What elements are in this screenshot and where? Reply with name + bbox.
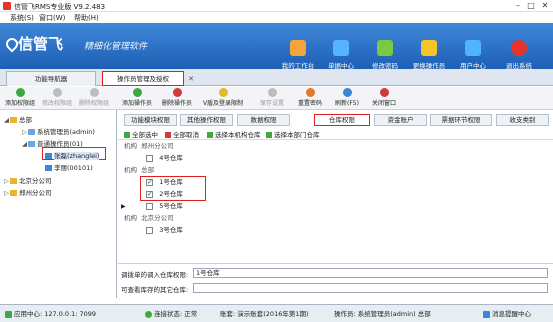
refresh-icon <box>342 88 352 97</box>
key-icon <box>305 88 315 97</box>
tab-function-permissions[interactable]: 功能模块权限 <box>124 114 177 126</box>
tree-node-lili[interactable]: 李丽(00101) <box>45 162 93 172</box>
tree-node-headquarters[interactable]: ◢ 总部 <box>4 114 32 124</box>
minimize-icon[interactable]: – <box>511 1 525 11</box>
vshield-login-limit-button[interactable]: V盾及登录限制 <box>198 88 248 109</box>
status-account: 账套: 演示账套(2016年第1期) <box>220 310 309 318</box>
tree-node-beijing[interactable]: ▷ 北京分公司 <box>4 175 52 185</box>
menu-help[interactable]: 帮助(H) <box>74 13 99 23</box>
folder-icon <box>10 117 17 123</box>
row-checkbox[interactable] <box>146 154 153 162</box>
row-checkbox[interactable] <box>146 189 153 200</box>
menu-system[interactable]: 系统(S) <box>10 13 34 23</box>
row-checkbox[interactable] <box>146 202 153 210</box>
tree-node-admin[interactable]: ▷ 系统管理员(admin) <box>22 126 95 136</box>
cancel-icon <box>165 132 171 138</box>
folder-icon <box>10 178 17 184</box>
row-checkbox[interactable] <box>146 177 153 188</box>
tab-other-permissions[interactable]: 其他操作权限 <box>180 114 233 126</box>
tab-function-navigator[interactable]: 功能导航器 <box>6 71 96 86</box>
edit-group-button[interactable]: 修改权限组 <box>40 88 74 109</box>
row-checkbox[interactable] <box>146 226 153 234</box>
maximize-icon[interactable]: □ <box>524 1 538 11</box>
row-pointer-icon: ▶ <box>121 203 126 210</box>
edit-icon <box>52 88 62 97</box>
folder-icon <box>10 190 17 196</box>
status-connection: 连接状态: 正常 <box>145 308 197 318</box>
delete-operator-button[interactable]: 删除操作员 <box>160 88 194 109</box>
message-center-link[interactable]: 消息提醒中心 <box>483 308 531 318</box>
power-icon <box>511 40 527 56</box>
brand-logo: 信管飞 <box>18 35 64 53</box>
table-row[interactable]: 2号仓库 <box>146 189 183 200</box>
status-operator: 操作员: 系统管理员(admin) 总部 <box>334 310 431 318</box>
add-group-button[interactable]: 添加权限组 <box>3 88 37 109</box>
select-dept-warehouses-button[interactable]: 选择本部门仓库 <box>266 129 320 139</box>
group-header: 机构 总部 <box>124 166 155 174</box>
table-row[interactable]: 1号仓库 <box>146 177 183 188</box>
refresh-button[interactable]: 刷新(F5) <box>330 88 364 109</box>
server-icon <box>5 310 12 318</box>
check-icon <box>266 132 272 138</box>
key-icon <box>377 40 393 56</box>
tab-document-permissions[interactable]: 票据环节权限 <box>430 114 492 126</box>
delete-group-button[interactable]: 删除权限组 <box>77 88 111 109</box>
user-icon <box>45 165 52 171</box>
table-row[interactable]: 4号仓库 <box>146 153 183 164</box>
shield-icon <box>218 88 228 97</box>
other-warehouses-label: 可查看库存的其它仓库: <box>121 286 189 294</box>
tab-data-permissions[interactable]: 数据权限 <box>237 114 290 126</box>
title-bar: 信管飞RMS专业版 V9.2.483 – □ ✕ <box>0 0 553 12</box>
group-header: 机构 北京分公司 <box>124 214 174 222</box>
check-icon <box>207 132 213 138</box>
select-org-warehouses-button[interactable]: 选择本机构仓库 <box>207 129 261 139</box>
table-row[interactable]: 5号仓库 <box>146 201 183 212</box>
close-icon <box>379 88 389 97</box>
tab-operator-management[interactable]: 操作员管理及授权 ✕ <box>102 71 194 86</box>
close-window-button[interactable]: 关闭窗口 <box>367 88 401 109</box>
user-icon <box>421 40 437 56</box>
window-title: 信管飞RMS专业版 V9.2.483 <box>14 3 106 11</box>
mail-icon <box>483 310 490 318</box>
check-icon <box>145 310 152 318</box>
close-tab-icon[interactable]: ✕ <box>188 72 194 86</box>
reset-password-button[interactable]: 重置密码 <box>293 88 327 109</box>
app-icon <box>3 2 11 10</box>
tab-warehouse-permissions[interactable]: 仓库权限 <box>314 114 370 126</box>
document-icon <box>333 40 349 56</box>
monitor-icon <box>290 40 306 56</box>
default-warehouse-label: 调拨单的调入仓库权限: <box>121 271 189 279</box>
group-icon <box>28 141 35 147</box>
table-row[interactable]: 3号仓库 <box>146 225 183 236</box>
group-icon <box>28 129 35 135</box>
plus-icon <box>15 88 25 97</box>
delete-icon <box>89 88 99 97</box>
add-operator-button[interactable]: 添加操作员 <box>120 88 154 109</box>
close-icon[interactable]: ✕ <box>538 1 552 11</box>
tab-fund-accounts[interactable]: 资金账户 <box>374 114 427 126</box>
tree-node-zhengzhou[interactable]: ▷ 郑州分公司 <box>4 187 52 197</box>
users-icon <box>465 40 481 56</box>
save-settings-button[interactable]: 保存设置 <box>255 88 289 109</box>
add-user-icon <box>132 88 142 97</box>
deselect-all-button[interactable]: 全部取消 <box>165 129 199 139</box>
default-warehouse-field[interactable]: 1号仓库 <box>193 268 548 278</box>
menu-window[interactable]: 窗口(W) <box>39 13 65 23</box>
remove-user-icon <box>172 88 182 97</box>
brand-slogan: 精细化管理软件 <box>84 42 148 52</box>
check-icon <box>124 132 130 138</box>
select-all-button[interactable]: 全部选中 <box>124 129 158 139</box>
tree-node-zhanglei[interactable]: 张磊(zhanglei) <box>45 150 100 160</box>
user-icon <box>45 153 52 159</box>
group-header: 机构 郑州分公司 <box>124 142 174 150</box>
save-icon <box>267 88 277 97</box>
other-warehouses-field[interactable] <box>193 283 548 293</box>
warehouse-grid <box>118 141 553 264</box>
status-server: 应用中心: 127.0.0.1: 7099 <box>5 308 96 318</box>
tab-income-expense[interactable]: 收支类别 <box>496 114 549 126</box>
